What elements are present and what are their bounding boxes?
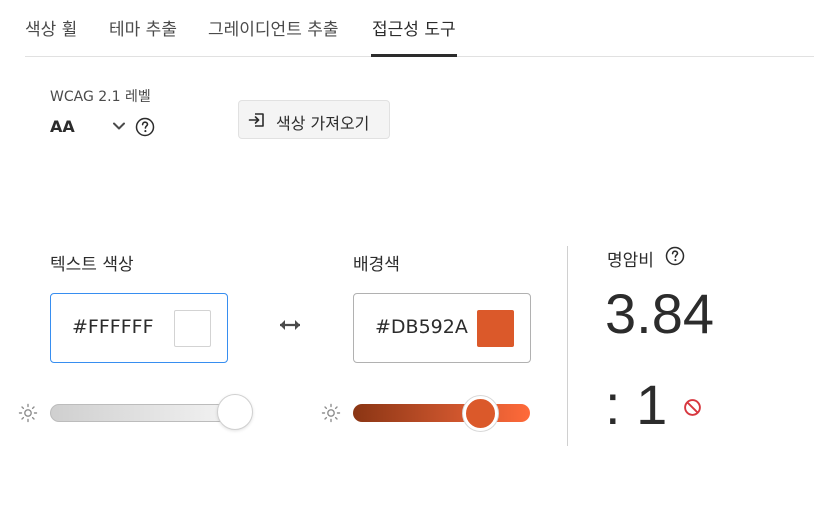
text-brightness-slider[interactable] <box>50 404 234 422</box>
background-color-swatch[interactable] <box>477 310 514 347</box>
chevron-down-icon[interactable] <box>110 117 128 135</box>
wcag-level-label: WCAG 2.1 레벨 <box>50 89 151 105</box>
background-color-hex: #DB592A <box>375 316 468 338</box>
import-colors-button[interactable]: 색상 가져오기 <box>238 100 390 139</box>
background-color-field[interactable]: #DB592A <box>353 293 531 363</box>
tab-bar: 색상 휠 테마 추출 그레이디언트 추출 접근성 도구 <box>25 0 814 57</box>
tab-extract-theme[interactable]: 테마 추출 <box>109 15 177 40</box>
swap-arrows-icon[interactable] <box>278 315 302 335</box>
tab-color-wheel[interactable]: 색상 휠 <box>25 15 77 40</box>
background-brightness-thumb[interactable] <box>463 396 498 431</box>
help-icon[interactable] <box>135 117 155 137</box>
brightness-icon <box>321 403 341 423</box>
tab-extract-gradient[interactable]: 그레이디언트 추출 <box>208 15 339 40</box>
fail-status-icon <box>684 399 701 416</box>
tab-accessibility-tools[interactable]: 접근성 도구 <box>372 15 456 40</box>
import-icon <box>248 113 264 127</box>
active-tab-indicator <box>371 54 457 57</box>
help-icon[interactable] <box>665 246 685 266</box>
text-brightness-thumb[interactable] <box>217 394 253 430</box>
contrast-ratio-value: 3.84 <box>605 282 714 345</box>
contrast-ratio-suffix: : 1 <box>605 373 668 436</box>
background-color-label: 배경색 <box>353 255 400 275</box>
text-color-label: 텍스트 색상 <box>50 255 134 275</box>
background-brightness-slider[interactable] <box>353 404 530 422</box>
contrast-ratio-label: 명암비 <box>607 251 654 271</box>
text-color-swatch[interactable] <box>174 310 211 347</box>
brightness-icon <box>18 403 38 423</box>
wcag-level-select[interactable]: AA <box>50 117 75 136</box>
text-color-hex: #FFFFFF <box>72 316 154 338</box>
import-colors-label: 색상 가져오기 <box>276 114 370 133</box>
vertical-divider <box>567 246 568 446</box>
text-color-field[interactable]: #FFFFFF <box>50 293 228 363</box>
